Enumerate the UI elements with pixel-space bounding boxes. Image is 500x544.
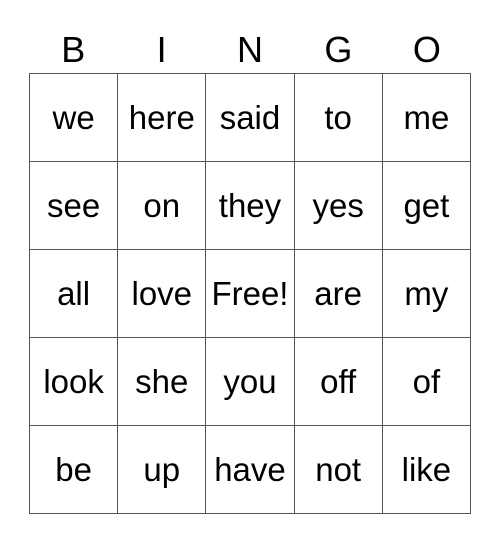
bingo-row: see on they yes get xyxy=(28,161,472,250)
bingo-cell[interactable]: here xyxy=(117,73,207,162)
bingo-cell[interactable]: get xyxy=(381,161,472,250)
bingo-cell[interactable]: all xyxy=(28,249,119,338)
header-letter-g: G xyxy=(324,29,353,70)
bingo-cell[interactable]: she xyxy=(117,337,207,426)
header-letter-o: O xyxy=(412,29,441,70)
bingo-cell[interactable]: to xyxy=(293,73,383,162)
bingo-cell[interactable]: like xyxy=(381,425,472,514)
bingo-row: all love Free! are my xyxy=(28,249,472,338)
bingo-card: we here said to me see on they yes get a… xyxy=(28,73,472,514)
bingo-cell[interactable]: are xyxy=(293,249,383,338)
bingo-header: B I N G O xyxy=(29,30,471,70)
bingo-cell[interactable]: have xyxy=(205,425,295,514)
bingo-cell[interactable]: my xyxy=(381,249,472,338)
bingo-cell[interactable]: up xyxy=(117,425,207,514)
bingo-row: we here said to me xyxy=(28,73,472,162)
bingo-cell[interactable]: you xyxy=(205,337,295,426)
bingo-cell[interactable]: off xyxy=(293,337,383,426)
bingo-cell[interactable]: they xyxy=(205,161,295,250)
bingo-cell[interactable]: see xyxy=(28,161,119,250)
header-letter-b: B xyxy=(61,29,86,70)
bingo-cell[interactable]: on xyxy=(117,161,207,250)
bingo-cell[interactable]: love xyxy=(117,249,207,338)
bingo-row: be up have not like xyxy=(28,425,472,514)
bingo-cell[interactable]: said xyxy=(205,73,295,162)
header-letter-i: I xyxy=(156,29,167,70)
bingo-cell[interactable]: of xyxy=(381,337,472,426)
bingo-cell[interactable]: look xyxy=(28,337,119,426)
bingo-cell[interactable]: me xyxy=(381,73,472,162)
free-space-cell[interactable]: Free! xyxy=(205,249,295,338)
bingo-cell[interactable]: yes xyxy=(293,161,383,250)
header-letter-n: N xyxy=(237,29,264,70)
bingo-cell[interactable]: we xyxy=(28,73,119,162)
bingo-cell[interactable]: be xyxy=(28,425,119,514)
bingo-cell[interactable]: not xyxy=(293,425,383,514)
bingo-row: look she you off of xyxy=(28,337,472,426)
